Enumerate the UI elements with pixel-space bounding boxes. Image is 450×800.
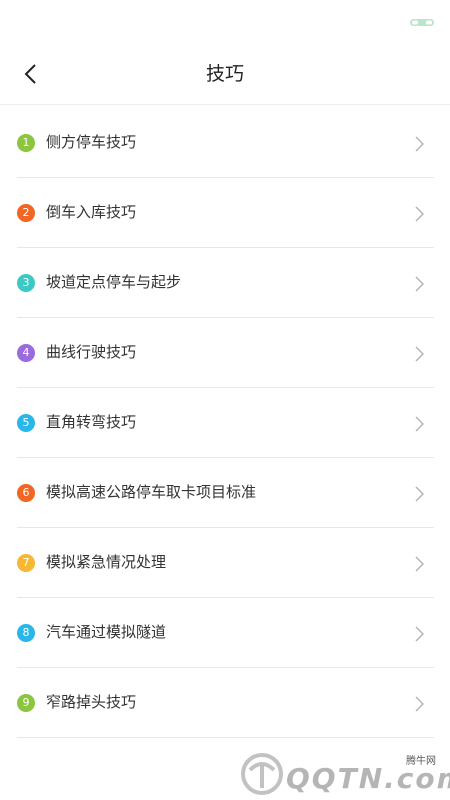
chevron-right-icon bbox=[415, 556, 424, 572]
item-label: 模拟紧急情况处理 bbox=[46, 553, 167, 571]
chevron-right-icon bbox=[415, 206, 424, 222]
watermark: QQTN.com 腾牛网 bbox=[240, 748, 450, 798]
watermark-small-text: 腾牛网 bbox=[406, 756, 436, 767]
item-label: 窄路掉头技巧 bbox=[46, 693, 137, 711]
item-label: 坡道定点停车与起步 bbox=[46, 273, 182, 291]
item-label: 直角转弯技巧 bbox=[46, 413, 137, 431]
chevron-right-icon bbox=[415, 276, 424, 292]
number-badge: 4 bbox=[17, 344, 35, 362]
list-item[interactable]: 4 曲线行驶技巧 bbox=[17, 318, 434, 388]
number-badge: 5 bbox=[17, 414, 35, 432]
number-badge: 6 bbox=[17, 484, 35, 502]
chevron-right-icon bbox=[415, 346, 424, 362]
chevron-right-icon bbox=[415, 416, 424, 432]
item-label: 倒车入库技巧 bbox=[46, 203, 137, 221]
item-label: 模拟高速公路停车取卡项目标准 bbox=[46, 483, 257, 501]
item-label: 曲线行驶技巧 bbox=[46, 343, 137, 361]
list-item[interactable]: 5 直角转弯技巧 bbox=[17, 388, 434, 458]
list-item[interactable]: 1 侧方停车技巧 bbox=[17, 108, 434, 178]
list-item[interactable]: 7 模拟紧急情况处理 bbox=[17, 528, 434, 598]
item-label: 侧方停车技巧 bbox=[46, 133, 137, 151]
number-badge: 2 bbox=[17, 204, 35, 222]
list-item[interactable]: 8 汽车通过模拟隧道 bbox=[17, 598, 434, 668]
page-title: 技巧 bbox=[205, 63, 244, 85]
list-item[interactable]: 9 窄路掉头技巧 bbox=[17, 668, 434, 738]
header: 技巧 bbox=[0, 44, 450, 105]
number-badge: 7 bbox=[17, 554, 35, 572]
number-badge: 9 bbox=[17, 694, 35, 712]
number-badge: 8 bbox=[17, 624, 35, 642]
chevron-right-icon bbox=[415, 486, 424, 502]
watermark-logo-icon bbox=[241, 753, 283, 795]
tips-list: 1 侧方停车技巧 2 倒车入库技巧 3 坡道定点停车与起步 4 曲线行驶技巧 5… bbox=[17, 108, 434, 738]
chevron-right-icon bbox=[415, 136, 424, 152]
list-item[interactable]: 6 模拟高速公路停车取卡项目标准 bbox=[17, 458, 434, 528]
chevron-right-icon bbox=[415, 696, 424, 712]
list-item[interactable]: 3 坡道定点停车与起步 bbox=[17, 248, 434, 318]
battery-icon bbox=[410, 19, 434, 26]
chevron-right-icon bbox=[415, 626, 424, 642]
item-label: 汽车通过模拟隧道 bbox=[46, 623, 167, 641]
number-badge: 1 bbox=[17, 134, 35, 152]
list-item[interactable]: 2 倒车入库技巧 bbox=[17, 178, 434, 248]
number-badge: 3 bbox=[17, 274, 35, 292]
status-bar bbox=[0, 0, 450, 44]
